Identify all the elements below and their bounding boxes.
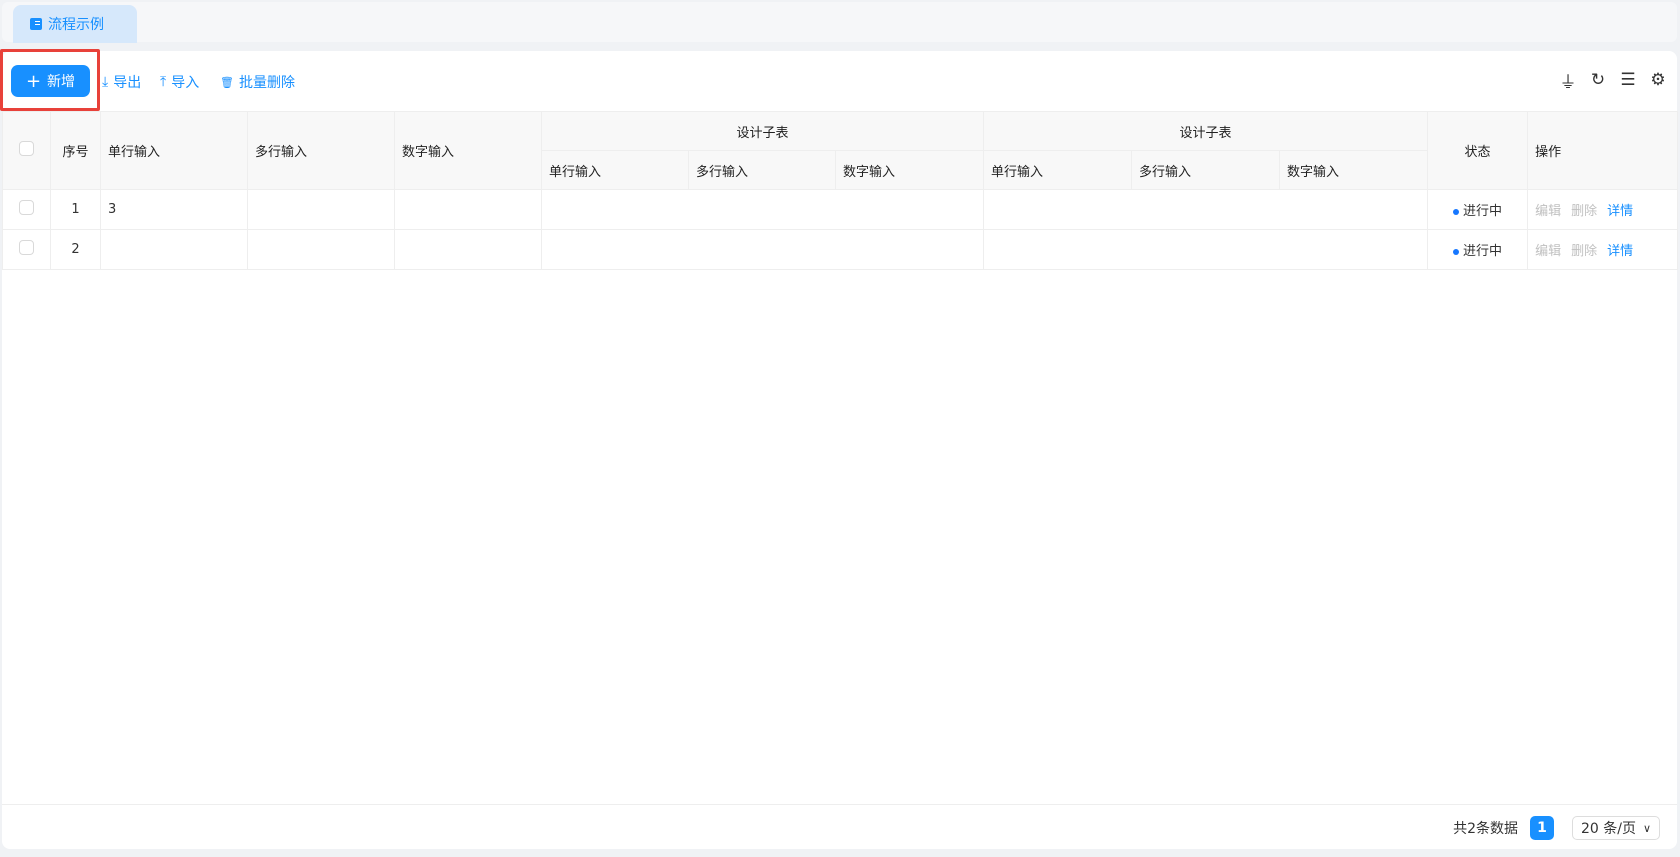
page-size-select[interactable]: 20 条/页 ∨ bbox=[1572, 816, 1660, 840]
delete-link[interactable]: 删除 bbox=[1571, 204, 1597, 219]
data-table: 序号 单行输入 多行输入 数字输入 设计子表 设计子表 状态 操作 单行输入 多… bbox=[2, 111, 1679, 270]
status-dot bbox=[1453, 208, 1460, 215]
header-index: 序号 bbox=[50, 111, 101, 190]
trash-icon: 🗑 bbox=[220, 75, 234, 89]
cell-number bbox=[394, 189, 542, 230]
cell-status: 进行中 bbox=[1427, 189, 1529, 230]
sub2-header-multi: 多行输入 bbox=[1131, 150, 1281, 190]
tab-label: 流程示例 bbox=[48, 17, 104, 33]
density-icon[interactable]: ☰ bbox=[1618, 70, 1638, 90]
header-subtable-2: 设计子表 bbox=[983, 111, 1429, 151]
refresh-icon[interactable]: ↻ bbox=[1588, 70, 1608, 90]
batch-delete-label: 批量删除 bbox=[238, 75, 295, 91]
cell-single bbox=[100, 229, 248, 270]
sub1-header-number: 数字输入 bbox=[834, 150, 985, 190]
import-label: 导入 bbox=[171, 75, 200, 91]
cell-status: 进行中 bbox=[1427, 229, 1529, 270]
list-icon bbox=[30, 18, 42, 30]
sub2-header-single: 单行输入 bbox=[983, 150, 1133, 190]
cell-subtable-1 bbox=[540, 189, 985, 230]
download-icon: ⤓ bbox=[102, 74, 109, 90]
row-index: 2 bbox=[50, 229, 101, 270]
table-row: 1 3 进行中 编辑 删除 详情 bbox=[2, 189, 1679, 230]
highlight-box bbox=[0, 49, 100, 111]
export-label: 导出 bbox=[113, 75, 142, 91]
header-multi: 多行输入 bbox=[247, 111, 395, 190]
header-number: 数字输入 bbox=[394, 111, 542, 190]
cell-multi bbox=[247, 229, 395, 270]
import-button[interactable]: ⤒ 导入 bbox=[160, 72, 199, 92]
cell-subtable-1 bbox=[540, 229, 985, 270]
pagination: 共2条数据 1 20 条/页 ∨ bbox=[1453, 816, 1660, 840]
tab-bar: 流程示例 bbox=[2, 2, 1677, 43]
total-count: 共2条数据 bbox=[1453, 821, 1518, 837]
batch-delete-button[interactable]: 🗑 批量删除 bbox=[220, 72, 295, 92]
row-checkbox[interactable] bbox=[19, 240, 34, 255]
table-tools: ⏚ ↻ ☰ ⚙ bbox=[1558, 70, 1668, 93]
page-size-value: 20 条/页 bbox=[1581, 821, 1636, 837]
header-actions: 操作 bbox=[1527, 111, 1679, 190]
edit-link[interactable]: 编辑 bbox=[1535, 244, 1561, 259]
edit-link[interactable]: 编辑 bbox=[1535, 204, 1561, 219]
cell-number bbox=[394, 229, 542, 270]
header-single: 单行输入 bbox=[100, 111, 248, 190]
header-subtable-1: 设计子表 bbox=[540, 111, 985, 151]
upload-icon: ⤒ bbox=[160, 74, 167, 90]
delete-link[interactable]: 删除 bbox=[1571, 244, 1597, 259]
cell-actions: 编辑 删除 详情 bbox=[1527, 229, 1679, 270]
filter-icon[interactable]: ⏚ bbox=[1558, 70, 1578, 93]
cell-subtable-2 bbox=[983, 229, 1429, 270]
sub1-header-multi: 多行输入 bbox=[688, 150, 836, 190]
cell-multi bbox=[247, 189, 395, 230]
detail-link[interactable]: 详情 bbox=[1607, 244, 1633, 259]
select-all-cell bbox=[2, 111, 51, 190]
status-dot bbox=[1453, 248, 1460, 255]
export-button[interactable]: ⤓ 导出 bbox=[102, 72, 141, 92]
cell-single: 3 bbox=[100, 189, 248, 230]
row-checkbox[interactable] bbox=[19, 200, 34, 215]
select-all-checkbox[interactable] bbox=[19, 141, 34, 156]
status-text: 进行中 bbox=[1463, 204, 1503, 219]
sub2-header-number: 数字输入 bbox=[1279, 150, 1429, 190]
settings-icon[interactable]: ⚙ bbox=[1648, 70, 1668, 90]
tab-process-example[interactable]: 流程示例 bbox=[13, 5, 137, 43]
sub1-header-single: 单行输入 bbox=[541, 150, 689, 190]
cell-subtable-2 bbox=[983, 189, 1429, 230]
cell-actions: 编辑 删除 详情 bbox=[1527, 189, 1679, 230]
status-text: 进行中 bbox=[1463, 244, 1503, 259]
table-row: 2 进行中 编辑 删除 详情 bbox=[2, 229, 1679, 270]
footer-divider bbox=[2, 804, 1677, 805]
detail-link[interactable]: 详情 bbox=[1607, 204, 1633, 219]
page-1-button[interactable]: 1 bbox=[1530, 816, 1554, 840]
row-index: 1 bbox=[50, 189, 101, 230]
header-status: 状态 bbox=[1427, 111, 1529, 190]
chevron-down-icon: ∨ bbox=[1642, 821, 1651, 835]
